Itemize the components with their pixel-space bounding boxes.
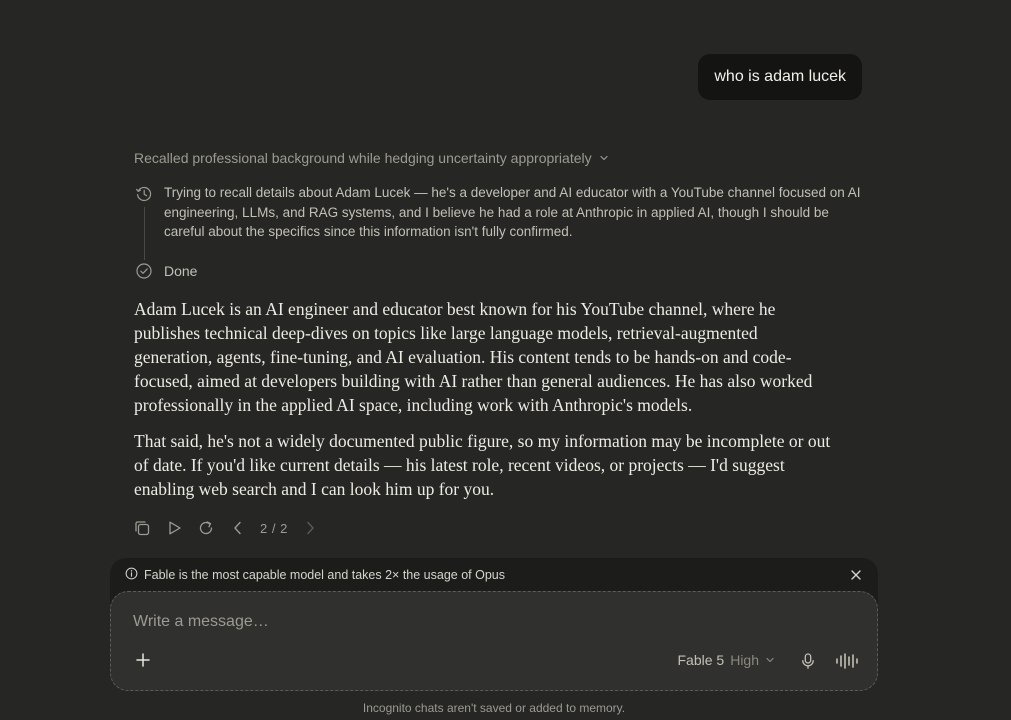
response-pager: 2 / 2 bbox=[260, 520, 288, 536]
chevron-left-icon[interactable] bbox=[228, 518, 248, 538]
copy-icon[interactable] bbox=[132, 518, 152, 538]
model-selector[interactable]: Fable 5 High bbox=[678, 652, 776, 668]
voice-waveform-icon[interactable] bbox=[835, 652, 859, 670]
plus-icon[interactable] bbox=[135, 652, 151, 668]
model-name: Fable 5 bbox=[677, 652, 725, 668]
chevron-down-icon bbox=[598, 152, 610, 164]
notice-text: Fable is the most capable model and take… bbox=[144, 568, 505, 582]
done-label: Done bbox=[164, 263, 198, 279]
check-circle-icon bbox=[135, 262, 153, 280]
close-icon[interactable] bbox=[849, 568, 863, 582]
message-composer: Fable 5 High bbox=[110, 591, 878, 691]
chevron-right-icon[interactable] bbox=[300, 518, 320, 538]
user-message-bubble: who is adam lucek bbox=[698, 54, 862, 100]
microphone-icon[interactable] bbox=[799, 652, 817, 670]
thinking-block: Trying to recall details about Adam Luce… bbox=[134, 183, 864, 279]
chevron-down-icon bbox=[765, 652, 775, 668]
info-icon bbox=[125, 567, 138, 583]
thinking-summary-toggle[interactable]: Recalled professional background while h… bbox=[134, 150, 610, 166]
thinking-step-text: Trying to recall details about Adam Luce… bbox=[164, 185, 861, 239]
thinking-summary-text: Recalled professional background while h… bbox=[134, 150, 592, 166]
thinking-connector-line bbox=[144, 207, 145, 260]
history-clock-icon bbox=[135, 185, 153, 203]
response-paragraph: Adam Lucek is an AI engineer and educato… bbox=[134, 299, 813, 415]
thinking-step: Trying to recall details about Adam Luce… bbox=[134, 183, 864, 242]
assistant-response: Adam Lucek is an AI engineer and educato… bbox=[134, 297, 834, 513]
user-message-text: who is adam lucek bbox=[714, 68, 846, 85]
model-effort: High bbox=[730, 652, 759, 668]
incognito-footer-note: Incognito chats aren't saved or added to… bbox=[362, 701, 626, 715]
model-notice: Fable is the most capable model and take… bbox=[125, 567, 505, 583]
thinking-done-step: Done bbox=[134, 261, 197, 281]
retry-icon[interactable] bbox=[196, 518, 216, 538]
message-actions: 2 / 2 bbox=[132, 518, 320, 538]
response-paragraph: That said, he's not a widely documented … bbox=[134, 431, 831, 499]
message-input[interactable] bbox=[131, 612, 735, 632]
play-icon[interactable] bbox=[164, 518, 184, 538]
